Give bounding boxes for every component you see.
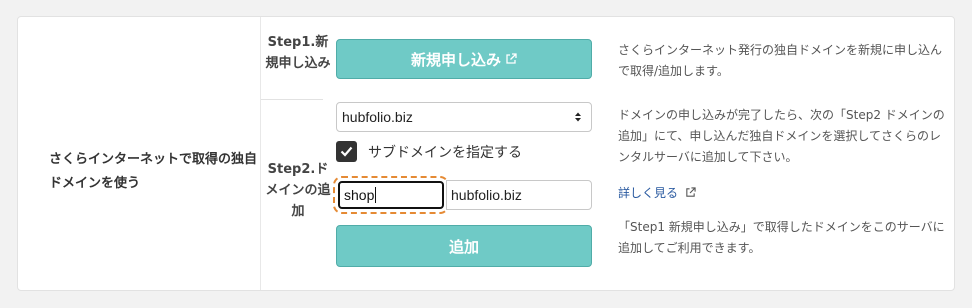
subdomain-input[interactable]: shop xyxy=(333,176,449,214)
step1-description: さくらインターネット発行の独自ドメインを新規に申し込んで取得/追加します。 xyxy=(618,43,943,78)
new-application-button[interactable]: 新規申し込み xyxy=(336,39,592,79)
step-divider xyxy=(261,99,323,100)
subdomain-input-value: shop xyxy=(344,187,375,203)
subdomain-checkbox-label: サブドメインを指定する xyxy=(368,144,522,161)
domain-settings-card: さくらインターネットで取得の独自ドメインを使う Step1.新規申し込み Ste… xyxy=(17,16,955,291)
external-link-icon xyxy=(686,187,696,197)
domain-select[interactable]: hubfolio.biz xyxy=(336,102,592,132)
details-link-row: 詳しく見る xyxy=(618,183,948,204)
domain-suffix: hubfolio.biz xyxy=(446,180,592,210)
add-domain-button[interactable]: 追加 xyxy=(336,225,592,267)
section-title: さくらインターネットで取得の独自ドメインを使う xyxy=(49,152,258,191)
domain-select-value: hubfolio.biz xyxy=(342,109,413,125)
select-arrows-icon xyxy=(575,112,581,122)
new-application-button-label: 新規申し込み xyxy=(410,50,501,69)
column-divider xyxy=(260,17,261,290)
step2-label: Step2.ドメインの追加 xyxy=(265,162,331,219)
subdomain-option[interactable]: サブドメインを指定する xyxy=(336,141,522,162)
step1-label: Step1.新規申し込み xyxy=(265,35,331,71)
external-link-icon xyxy=(506,53,517,64)
text-caret xyxy=(375,187,377,203)
step2-note: 「Step1 新規申し込み」で取得したドメインをこのサーバに追加してご利用できま… xyxy=(618,220,945,255)
step2-description: ドメインの申し込みが完了したら、次の「Step2 ドメインの追加」にて、申し込ん… xyxy=(618,108,945,164)
details-link[interactable]: 詳しく見る xyxy=(618,186,678,200)
checkmark-icon xyxy=(340,146,353,157)
subdomain-checkbox[interactable] xyxy=(336,141,357,162)
